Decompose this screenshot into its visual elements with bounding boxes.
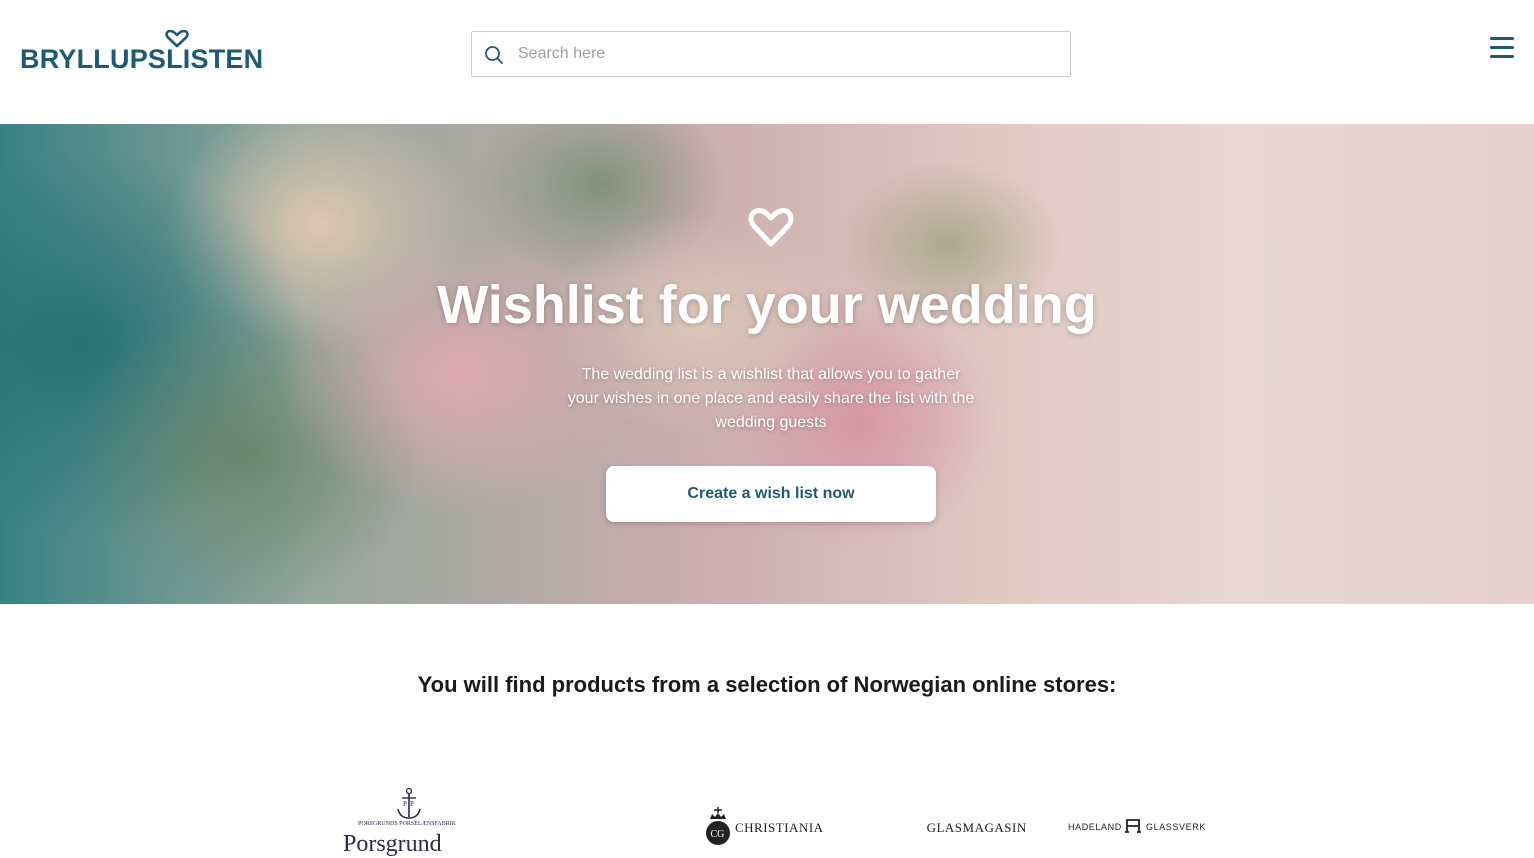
porsgrund-name: Porsgrund bbox=[343, 831, 442, 857]
create-wish-list-button[interactable]: Create a wish list now bbox=[606, 466, 936, 522]
porsgrund-tagline: PORSGRUNDS PORSELÆNSFABRIK bbox=[358, 821, 457, 827]
christiania-name: CHRISTIANIA GLASMAGASIN bbox=[735, 820, 1027, 835]
hero-banner: Wishlist for your wedding The wedding li… bbox=[0, 124, 1534, 604]
crown-emblem-icon: CG bbox=[706, 807, 730, 845]
store-logo-christiania[interactable]: CG CHRISTIANIA GLASMAGASIN bbox=[704, 806, 1027, 850]
svg-text:CG: CG bbox=[711, 829, 725, 840]
search-icon bbox=[485, 46, 503, 64]
stores-heading: You will find products from a selection … bbox=[417, 672, 1117, 697]
site-header: BRYLLUPSLISTEN bbox=[0, 0, 1534, 124]
logo-wordmark: BRYLLUPSLISTEN bbox=[20, 44, 264, 74]
hamburger-menu-icon[interactable] bbox=[1488, 35, 1518, 61]
store-logo-porsgrund[interactable]: P P PORSGRUNDS PORSELÆNSFABRIK Porsgrund bbox=[340, 787, 476, 857]
search-input[interactable] bbox=[518, 32, 1058, 76]
store-logo-hadeland[interactable]: HADELAND GLASSVERK bbox=[1066, 816, 1206, 838]
svg-text:P: P bbox=[410, 800, 414, 808]
hero-description: The wedding list is a wishlist that allo… bbox=[567, 366, 975, 431]
site-logo[interactable]: BRYLLUPSLISTEN bbox=[20, 30, 263, 74]
hadeland-right-text: GLASSVERK bbox=[1146, 822, 1206, 832]
hero-title: Wishlist for your wedding bbox=[437, 275, 1097, 335]
heart-outline-icon bbox=[748, 207, 794, 247]
search-box bbox=[471, 31, 1071, 77]
anchor-icon: P P bbox=[397, 787, 421, 819]
glassworks-emblem-icon bbox=[1125, 819, 1141, 833]
hadeland-left-text: HADELAND bbox=[1068, 822, 1122, 832]
svg-text:P: P bbox=[403, 800, 407, 808]
